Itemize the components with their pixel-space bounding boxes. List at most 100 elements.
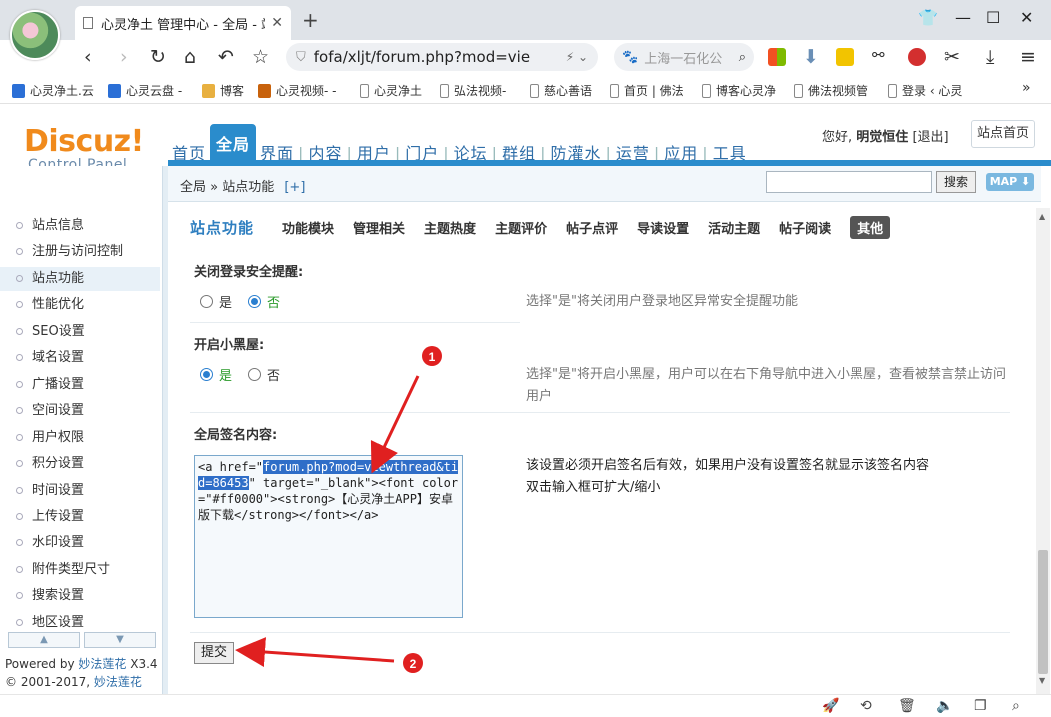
logout-link[interactable]: [退出]	[912, 130, 948, 145]
sidebar-item-permissions[interactable]: 用户权限	[0, 426, 160, 450]
sidebar-item-time[interactable]: 时间设置	[0, 479, 160, 503]
row-divider	[190, 412, 1010, 413]
scroll-thumb[interactable]	[1038, 550, 1048, 674]
address-bar[interactable]: ⛉ fofa/xljt/forum.php?mod=vie ⚡ ⌄	[286, 43, 598, 71]
maximize-icon[interactable]: ☐	[986, 8, 1000, 27]
tab-guide[interactable]: 导读设置	[637, 218, 689, 237]
home-icon[interactable]: ⌂	[184, 46, 196, 68]
bookmark[interactable]: 博客	[202, 82, 244, 99]
menu-icon[interactable]: ≡	[1020, 46, 1036, 68]
tab-management[interactable]: 管理相关	[353, 218, 405, 237]
sidebar-item-domain[interactable]: 域名设置	[0, 346, 160, 370]
bookmark[interactable]: 佛法视频管	[794, 82, 868, 99]
sub-nav: 站点功能 功能模块 管理相关 主题热度 主题评价 帖子点评 导读设置 活动主题 …	[190, 216, 909, 239]
sidebar-item-attachment-types[interactable]: 附件类型尺寸	[0, 558, 160, 582]
download-arrow-icon[interactable]: ⬇	[803, 46, 819, 68]
blackroom-yes-radio[interactable]: 是	[200, 365, 232, 384]
signature-tip: 该设置必须开启签名后有效，如果用户没有设置签名就显示该签名内容	[526, 458, 930, 473]
bullet-icon	[16, 434, 23, 441]
blackroom-tip: 选择"是"将开启小黑屋，用户可以在右下角导航中进入小黑屋，查看被禁言禁止访问用户	[526, 367, 1006, 404]
tab-thread-heat[interactable]: 主题热度	[424, 218, 476, 237]
bookmark[interactable]: 首页 | 佛法	[610, 82, 684, 99]
minimize-icon[interactable]: —	[955, 8, 971, 27]
bookmark[interactable]: 心灵净土.云	[12, 82, 94, 99]
sidebar-item-watermark[interactable]: 水印设置	[0, 531, 160, 555]
add-favorite-link[interactable]: [+]	[284, 180, 305, 195]
zoom-icon[interactable]: ⌕	[1012, 698, 1020, 714]
username[interactable]: 明觉恒住	[856, 130, 908, 145]
admin-search-input[interactable]	[766, 171, 932, 193]
blackroom-no-radio[interactable]: 否	[248, 365, 280, 384]
sidebar-item-search[interactable]: 搜索设置	[0, 584, 160, 608]
sidebar-item-seo[interactable]: SEO设置	[0, 320, 160, 344]
global-signature-textarea[interactable]: <a href="forum.php?mod=viewthread&tid=86…	[194, 455, 463, 618]
bullet-icon	[16, 460, 23, 467]
tab-post-reading[interactable]: 帖子阅读	[779, 218, 831, 237]
link-icon[interactable]: ⚯	[872, 46, 885, 64]
powered-link[interactable]: 妙法莲花	[78, 657, 126, 671]
sidebar-item-credits[interactable]: 积分设置	[0, 452, 160, 476]
site-home-button[interactable]: 站点首页	[971, 120, 1035, 148]
sidebar-scroll-down-icon[interactable]: ▼	[84, 632, 156, 648]
tab-activity[interactable]: 活动主题	[708, 218, 760, 237]
paw-icon: 🐾	[622, 49, 639, 65]
admin-search-button[interactable]: 搜索	[936, 171, 976, 193]
tab-modules[interactable]: 功能模块	[282, 218, 334, 237]
tab-thread-rating[interactable]: 主题评价	[495, 218, 547, 237]
trash-icon[interactable]: 🗑	[898, 698, 916, 714]
window-icon[interactable]: ❐	[974, 698, 987, 714]
undo-icon[interactable]: ↶	[218, 46, 234, 68]
bookmarks-more-icon[interactable]: »	[1022, 80, 1031, 96]
adblock-icon[interactable]	[908, 48, 926, 66]
copyright-link[interactable]: 妙法莲花	[94, 675, 142, 689]
submit-button[interactable]: 提交	[194, 642, 234, 664]
sidebar-item-registration[interactable]: 注册与访问控制	[0, 240, 160, 264]
bolt-icon[interactable]: ⚡ ⌄	[566, 50, 588, 64]
windows-icon[interactable]	[768, 48, 786, 66]
page-scrollbar[interactable]: ▲ ▼	[1036, 208, 1050, 694]
extension-icon[interactable]	[836, 48, 854, 66]
speaker-icon[interactable]: 🔈	[936, 698, 953, 714]
bookmark[interactable]: 心灵净土	[360, 82, 422, 99]
star-icon[interactable]: ☆	[252, 46, 269, 68]
security-icon[interactable]: ⛉	[296, 50, 306, 65]
shirt-icon[interactable]: 👕	[918, 8, 938, 27]
back-icon[interactable]: ‹	[84, 46, 92, 68]
bookmark[interactable]: 博客心灵净	[702, 82, 776, 99]
login-alert-no-radio[interactable]: 否	[248, 292, 280, 311]
map-button[interactable]: MAP ⬇	[986, 173, 1034, 191]
sidebar-item-site-info[interactable]: 站点信息	[0, 214, 160, 238]
bookmark[interactable]: 心灵云盘 -	[108, 82, 182, 99]
search-icon[interactable]: ⌕	[739, 50, 746, 65]
scroll-down-icon[interactable]: ▼	[1039, 676, 1045, 685]
bookmark[interactable]: 慈心善语	[530, 82, 592, 99]
scissors-icon[interactable]: ✂	[944, 46, 960, 68]
bookmark[interactable]: 心灵视频- -	[258, 82, 336, 99]
download-icon[interactable]: ⤓	[986, 46, 994, 68]
bullet-icon	[16, 592, 23, 599]
sidebar-item-upload[interactable]: 上传设置	[0, 505, 160, 529]
forward-icon[interactable]: ›	[120, 46, 128, 68]
close-window-icon[interactable]: ✕	[1020, 8, 1033, 27]
scroll-up-icon[interactable]: ▲	[1039, 212, 1045, 221]
sidebar-scroll-up-icon[interactable]: ▲	[8, 632, 80, 648]
tab-other[interactable]: 其他	[850, 216, 891, 239]
search-box[interactable]: 🐾 上海一石化公 ⌕	[614, 43, 754, 71]
rocket-icon[interactable]: 🚀	[822, 698, 839, 714]
sidebar-item-site-features[interactable]: 站点功能	[0, 267, 160, 291]
reload-icon[interactable]: ↻	[150, 46, 166, 68]
profile-avatar[interactable]	[10, 10, 60, 60]
bookmark[interactable]: 弘法视频-	[440, 82, 506, 99]
blackroom-label: 开启小黑屋:	[194, 338, 265, 353]
sidebar-item-space[interactable]: 空间设置	[0, 399, 160, 423]
new-tab-icon[interactable]: +	[302, 8, 319, 32]
bullet-icon	[16, 381, 23, 388]
browser-tab[interactable]: 心灵净土 管理中心 - 全局 - 站 ✕	[75, 6, 291, 40]
sidebar-item-performance[interactable]: 性能优化	[0, 293, 160, 317]
speed-icon[interactable]: ⟲	[860, 698, 872, 714]
sidebar-item-broadcast[interactable]: 广播设置	[0, 373, 160, 397]
close-tab-icon[interactable]: ✕	[271, 15, 283, 31]
tab-post-comments[interactable]: 帖子点评	[566, 218, 618, 237]
login-alert-yes-radio[interactable]: 是	[200, 292, 232, 311]
bookmark[interactable]: 登录 ‹ 心灵	[888, 82, 962, 99]
